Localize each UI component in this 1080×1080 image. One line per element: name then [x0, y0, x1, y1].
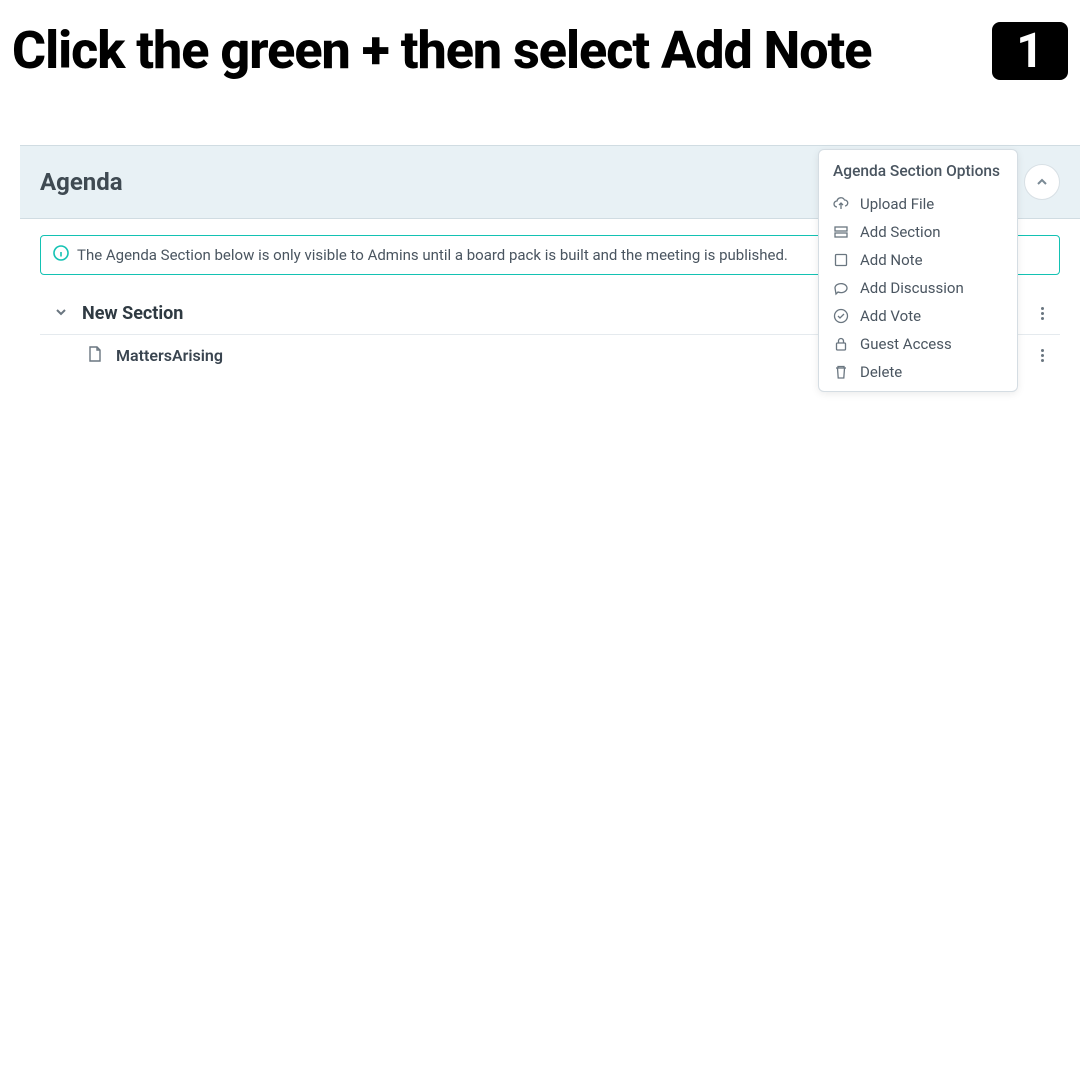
menu-label: Add Note — [860, 251, 923, 269]
menu-guest-access[interactable]: Guest Access — [819, 330, 1017, 358]
menu-add-discussion[interactable]: Add Discussion — [819, 274, 1017, 302]
agenda-title: Agenda — [40, 168, 123, 196]
section-options-dropdown: Agenda Section Options Upload File Add S… — [818, 149, 1018, 392]
document-icon — [88, 346, 102, 366]
step-badge: 1 — [992, 22, 1068, 80]
instruction-text: Click the green + then select Add Note — [12, 20, 872, 81]
menu-label: Guest Access — [860, 335, 952, 353]
note-icon — [833, 252, 849, 268]
menu-add-section[interactable]: Add Section — [819, 218, 1017, 246]
item-kebab-button[interactable] — [1033, 345, 1052, 366]
check-circle-icon — [833, 308, 849, 324]
chevron-down-icon — [54, 304, 68, 323]
chat-icon — [833, 280, 849, 296]
menu-label: Delete — [860, 363, 902, 381]
menu-delete[interactable]: Delete — [819, 358, 1017, 391]
dropdown-title: Agenda Section Options — [819, 150, 1017, 190]
lock-icon — [833, 336, 849, 352]
info-icon — [53, 245, 69, 265]
instruction-header: Click the green + then select Add Note 1 — [0, 0, 1080, 101]
menu-add-note[interactable]: Add Note — [819, 246, 1017, 274]
cloud-upload-icon — [833, 196, 849, 212]
menu-label: Add Section — [860, 223, 941, 241]
chevron-up-icon — [1035, 175, 1049, 189]
menu-add-vote[interactable]: Add Vote — [819, 302, 1017, 330]
section-kebab-button[interactable] — [1033, 303, 1052, 324]
menu-label: Upload File — [860, 195, 934, 213]
sections-icon — [833, 224, 849, 240]
menu-upload-file[interactable]: Upload File — [819, 190, 1017, 218]
collapse-button[interactable] — [1024, 164, 1060, 200]
trash-icon — [833, 364, 849, 380]
info-text: The Agenda Section below is only visible… — [77, 246, 788, 264]
menu-label: Add Discussion — [860, 279, 964, 297]
menu-label: Add Vote — [860, 307, 921, 325]
